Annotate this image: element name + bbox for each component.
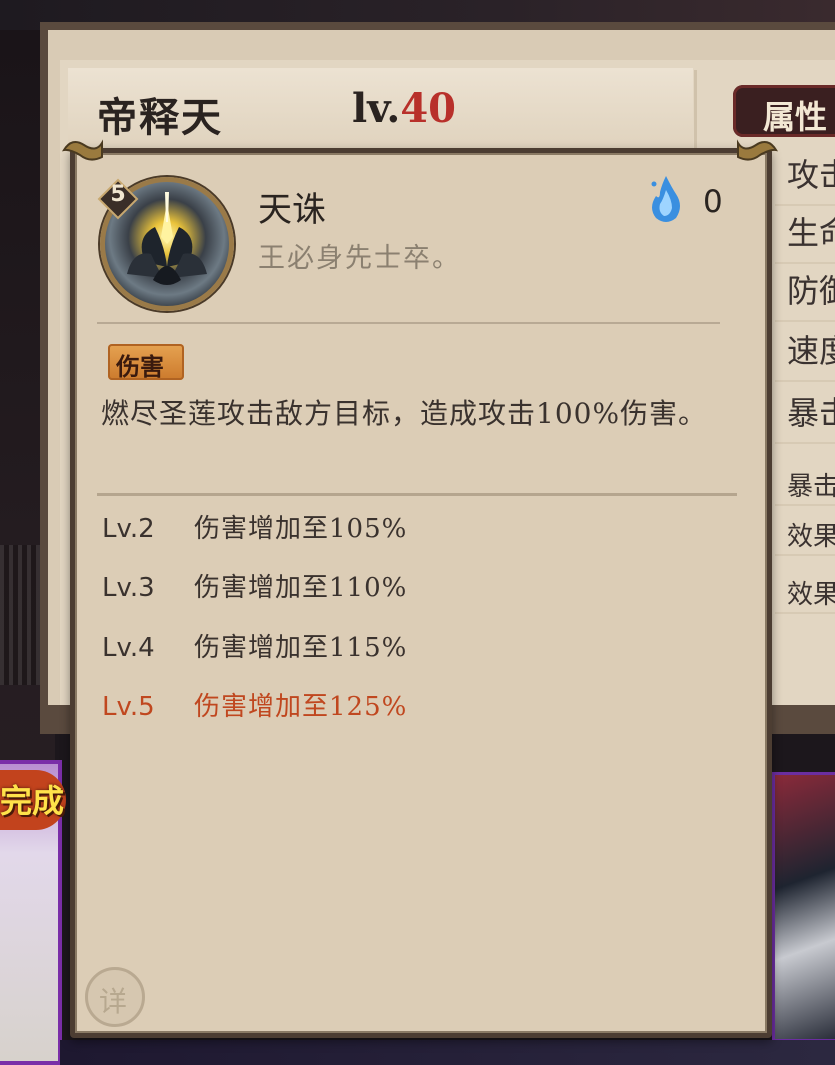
- upgrade-effect: 伤害增加至110%: [194, 573, 408, 603]
- attribute-effect-hit: 效果命中: [775, 516, 835, 556]
- hero-name: 帝释天: [97, 94, 223, 141]
- skill-quote: 王必身先士卒。: [258, 243, 461, 274]
- shikigami-card-right[interactable]: [772, 772, 835, 1042]
- attribute-speed: 速度: [775, 326, 835, 382]
- skill-level: 5: [110, 182, 126, 207]
- level-value: 40: [400, 85, 457, 132]
- tab-attributes-label: 属性: [763, 98, 828, 136]
- upgrade-effect: 伤害增加至105%: [194, 514, 408, 544]
- skill-type-label: 伤害: [116, 352, 164, 381]
- upgrade-level: Lv.2: [102, 514, 155, 544]
- upgrade-effect: 伤害增加至125%: [194, 692, 408, 722]
- upgrade-level: Lv.4: [102, 633, 155, 663]
- divider: [97, 493, 737, 496]
- attribute-defense: 防御: [775, 266, 835, 322]
- attribute-attack: 攻击: [775, 150, 835, 206]
- hero-level: lv.40: [352, 85, 456, 132]
- attribute-crit-damage: 暴击伤害: [775, 466, 835, 506]
- upgrade-level: Lv.3: [102, 573, 155, 603]
- divider: [97, 322, 720, 324]
- upgrade-effect: 伤害增加至115%: [194, 633, 408, 663]
- skill-description: 燃尽圣莲攻击敌方目标，造成攻击100%伤害。: [101, 397, 708, 430]
- upgrade-level: Lv.5: [102, 692, 155, 722]
- corner-ornament-right-icon: [737, 139, 778, 161]
- attribute-hp: 生命: [775, 208, 835, 264]
- attribute-crit: 暴击: [775, 388, 835, 444]
- corner-ornament-left-icon: [62, 139, 103, 161]
- onibi-orb-icon: [651, 176, 680, 222]
- level-prefix: lv.: [352, 85, 401, 132]
- bottom-bar: [60, 1040, 835, 1065]
- upgrade-row-current: Lv.5 伤害增加至125%: [102, 686, 407, 726]
- skill-name: 天诛: [258, 190, 326, 230]
- upgrade-row: Lv.4 伤害增加至115%: [102, 627, 407, 667]
- divider: [694, 70, 697, 148]
- status-badge: 完成: [0, 782, 65, 820]
- upgrade-row: Lv.3 伤害增加至110%: [102, 567, 407, 607]
- attribute-effect-resist: 效果抵抗: [775, 574, 835, 614]
- skill-cost: 0: [703, 184, 723, 220]
- detail-button-label: 详: [99, 985, 128, 1018]
- upgrade-row: Lv.2 伤害增加至105%: [102, 508, 407, 548]
